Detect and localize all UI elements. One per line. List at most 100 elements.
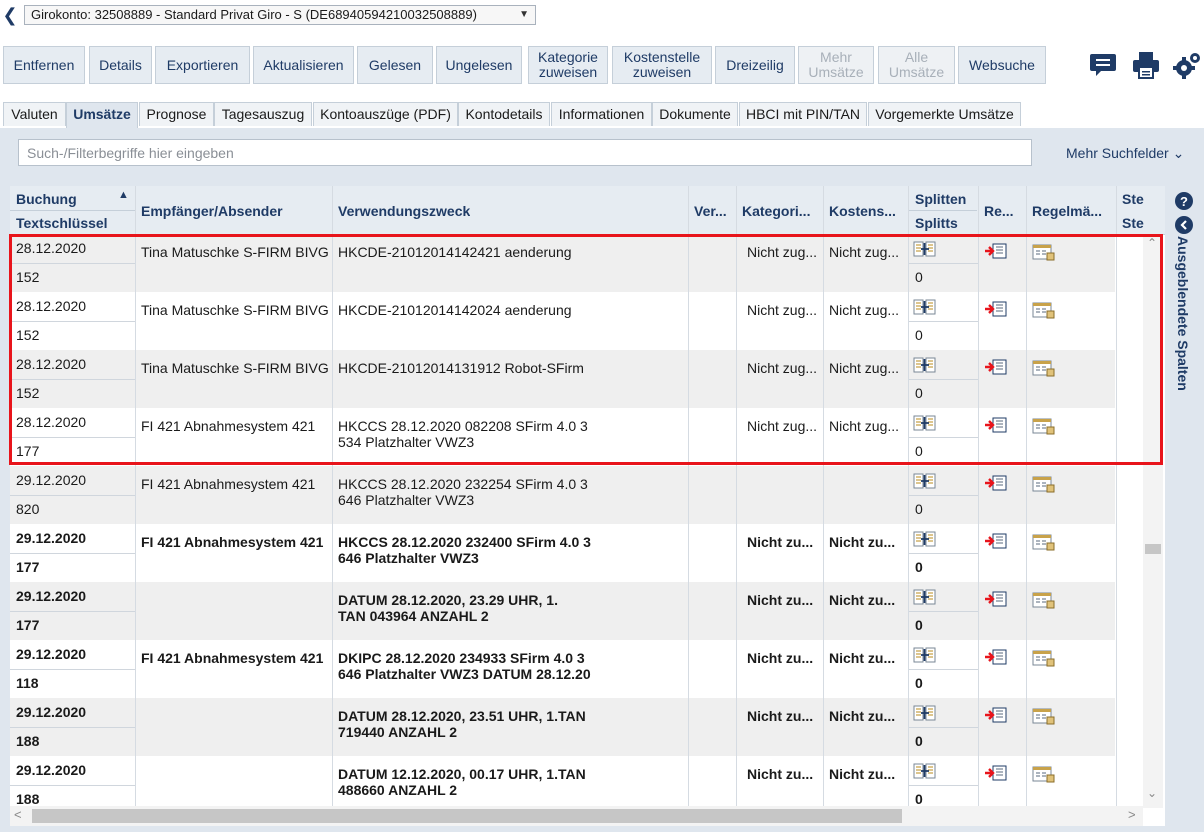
recurring-payment-icon[interactable] — [1030, 358, 1056, 378]
settings-gears-icon[interactable] — [1172, 50, 1202, 80]
col-re[interactable]: Re... — [984, 203, 1014, 219]
col-verwendungszweck[interactable]: Verwendungszweck — [338, 203, 470, 219]
tab-informationen[interactable]: Informationen — [551, 102, 652, 126]
split-icon[interactable] — [912, 645, 938, 665]
return-debit-icon[interactable] — [983, 473, 1009, 493]
cost-center-value: Nicht zu... — [829, 592, 896, 608]
back-arrow-icon[interactable]: ❮ — [2, 4, 18, 26]
return-debit-icon[interactable] — [983, 763, 1009, 783]
tab-kontodetails[interactable]: Kontodetails — [458, 102, 550, 126]
col-empfaenger[interactable]: Empfänger/Absender — [141, 203, 283, 219]
col-ver[interactable]: Ver... — [694, 203, 727, 219]
account-select[interactable]: Girokonto: 32508889 - Standard Privat Gi… — [24, 5, 536, 25]
ungelesen-button[interactable]: Ungelesen — [436, 46, 522, 84]
mehr-umsätze-button[interactable]: Mehr Umsätze — [798, 46, 874, 84]
booking-date: 29.12.2020 — [16, 704, 87, 720]
recurring-payment-icon[interactable] — [1030, 300, 1056, 320]
return-debit-icon[interactable] — [983, 705, 1009, 725]
hidden-columns-label[interactable]: Ausgeblendete Spalten — [1175, 236, 1191, 391]
tab-bar: Valuten Umsätze Prognose Tagesauszug Kontoau… — [0, 96, 1204, 128]
tab-hbci-mit-pin-tan[interactable]: HBCI mit PIN/TAN — [739, 102, 867, 126]
col-kategorie[interactable]: Kategori... — [742, 203, 820, 219]
cost-center-value: Nicht zu... — [829, 534, 896, 550]
recurring-payment-icon[interactable] — [1030, 242, 1056, 262]
col-ste-2[interactable]: Ste — [1122, 215, 1144, 231]
tab-tagesauszug[interactable]: Tagesauszug — [214, 102, 312, 126]
recipient-sender: FI 421 Abnahmesystem 421 — [141, 418, 316, 434]
split-icon[interactable] — [912, 413, 938, 433]
split-icon[interactable] — [912, 703, 938, 723]
table-row[interactable]: 28.12.2020 177 FI 421 Abnahmesystem 421 HKC… — [10, 408, 1117, 467]
table-row[interactable]: 28.12.2020 152 Tina Matuschke S-FIRM BIVG H… — [10, 234, 1117, 293]
vertical-scroll-thumb[interactable] — [1145, 544, 1161, 554]
horizontal-scroll-thumb[interactable] — [32, 809, 902, 823]
collapse-left-icon[interactable] — [1175, 216, 1193, 234]
col-splitts[interactable]: Splitts — [915, 215, 958, 231]
chat-icon[interactable] — [1088, 50, 1118, 80]
split-icon[interactable] — [912, 587, 938, 607]
recurring-payment-icon[interactable] — [1030, 532, 1056, 552]
split-icon[interactable] — [912, 761, 938, 781]
return-debit-icon[interactable] — [983, 531, 1009, 551]
recurring-payment-icon[interactable] — [1030, 590, 1056, 610]
table-row[interactable]: 29.12.2020 177 DATUM 28.12.2020, 23.29 UHR… — [10, 582, 1117, 641]
recurring-payment-icon[interactable] — [1030, 764, 1056, 784]
return-debit-icon[interactable] — [983, 589, 1009, 609]
splitts-count: 0 — [915, 617, 923, 633]
tab-prognose[interactable]: Prognose — [139, 102, 214, 126]
splitts-count: 0 — [915, 269, 923, 285]
search-input[interactable] — [18, 139, 1032, 166]
aktualisieren-button[interactable]: Aktualisieren — [253, 46, 354, 84]
table-row[interactable]: 29.12.2020 188 DATUM 28.12.2020, 23.51 UHR… — [10, 698, 1117, 757]
entfernen-button[interactable]: Entfernen — [3, 46, 85, 84]
recurring-payment-icon[interactable] — [1030, 474, 1056, 494]
return-debit-icon[interactable] — [983, 299, 1009, 319]
svg-text:?: ? — [1180, 194, 1188, 209]
table-row[interactable]: 29.12.2020 177 FI 421 Abnahmesystem 421 HKC… — [10, 524, 1117, 583]
col-regelmaessig[interactable]: Regelmä... — [1032, 203, 1112, 219]
col-splitten[interactable]: Splitten — [915, 191, 966, 207]
tab-dokumente[interactable]: Dokumente — [652, 102, 738, 126]
split-icon[interactable] — [912, 297, 938, 317]
return-debit-icon[interactable] — [983, 415, 1009, 435]
scroll-down-icon[interactable]: ⌄ — [1147, 786, 1157, 800]
split-icon[interactable] — [912, 471, 938, 491]
recurring-payment-icon[interactable] — [1030, 648, 1056, 668]
recurring-payment-icon[interactable] — [1030, 706, 1056, 726]
more-search-fields-button[interactable]: Mehr Suchfelder ⌄ — [1066, 145, 1184, 162]
vertical-scrollbar[interactable]: ⌃ ⌄ — [1143, 234, 1163, 808]
col-ste-1[interactable]: Ste — [1122, 191, 1144, 207]
recurring-payment-icon[interactable] — [1030, 416, 1056, 436]
scroll-up-icon[interactable]: ⌃ — [1147, 236, 1157, 250]
col-textschluessel[interactable]: Textschlüssel — [16, 215, 108, 231]
help-icon[interactable]: ? — [1175, 192, 1193, 210]
scroll-right-icon[interactable]: > — [1128, 807, 1136, 822]
split-icon[interactable] — [912, 239, 938, 259]
table-row[interactable]: 29.12.2020 820 FI 421 Abnahmesystem 421 HKC… — [10, 466, 1117, 525]
tab-umsätze[interactable]: Umsätze — [66, 102, 138, 128]
websuche-button[interactable]: Websuche — [958, 46, 1046, 84]
table-row[interactable]: 28.12.2020 152 Tina Matuschke S-FIRM BIVG H… — [10, 292, 1117, 351]
col-kostenstelle[interactable]: Kostens... — [829, 203, 905, 219]
table-row[interactable]: 28.12.2020 152 Tina Matuschke S-FIRM BIVG H… — [10, 350, 1117, 409]
kostenstelle-zuweisen-button[interactable]: Kostenstelle zuweisen — [612, 46, 712, 84]
dreizeilig-button[interactable]: Dreizeilig — [715, 46, 795, 84]
tab-valuten[interactable]: Valuten — [3, 102, 66, 126]
horizontal-scrollbar[interactable]: < > — [10, 806, 1143, 826]
split-icon[interactable] — [912, 355, 938, 375]
details-button[interactable]: Details — [89, 46, 152, 84]
return-debit-icon[interactable] — [983, 357, 1009, 377]
scroll-left-icon[interactable]: < — [14, 807, 22, 822]
return-debit-icon[interactable] — [983, 241, 1009, 261]
exportieren-button[interactable]: Exportieren — [155, 46, 250, 84]
tab-vorgemerkte-umsätze[interactable]: Vorgemerkte Umsätze — [868, 102, 1021, 126]
alle-umsätze-button[interactable]: Alle Umsätze — [878, 46, 955, 84]
table-row[interactable]: 29.12.2020 118 FI 421 Abnahmesystem 421 DKI… — [10, 640, 1117, 699]
tab-kontoauszüge-pdf[interactable]: Kontoauszüge (PDF) — [313, 102, 458, 126]
col-buchung[interactable]: Buchung — [16, 191, 77, 207]
gelesen-button[interactable]: Gelesen — [357, 46, 433, 84]
return-debit-icon[interactable] — [983, 647, 1009, 667]
printer-icon[interactable] — [1131, 50, 1161, 80]
split-icon[interactable] — [912, 529, 938, 549]
kategorie-zuweisen-button[interactable]: Kategorie zuweisen — [528, 46, 608, 84]
